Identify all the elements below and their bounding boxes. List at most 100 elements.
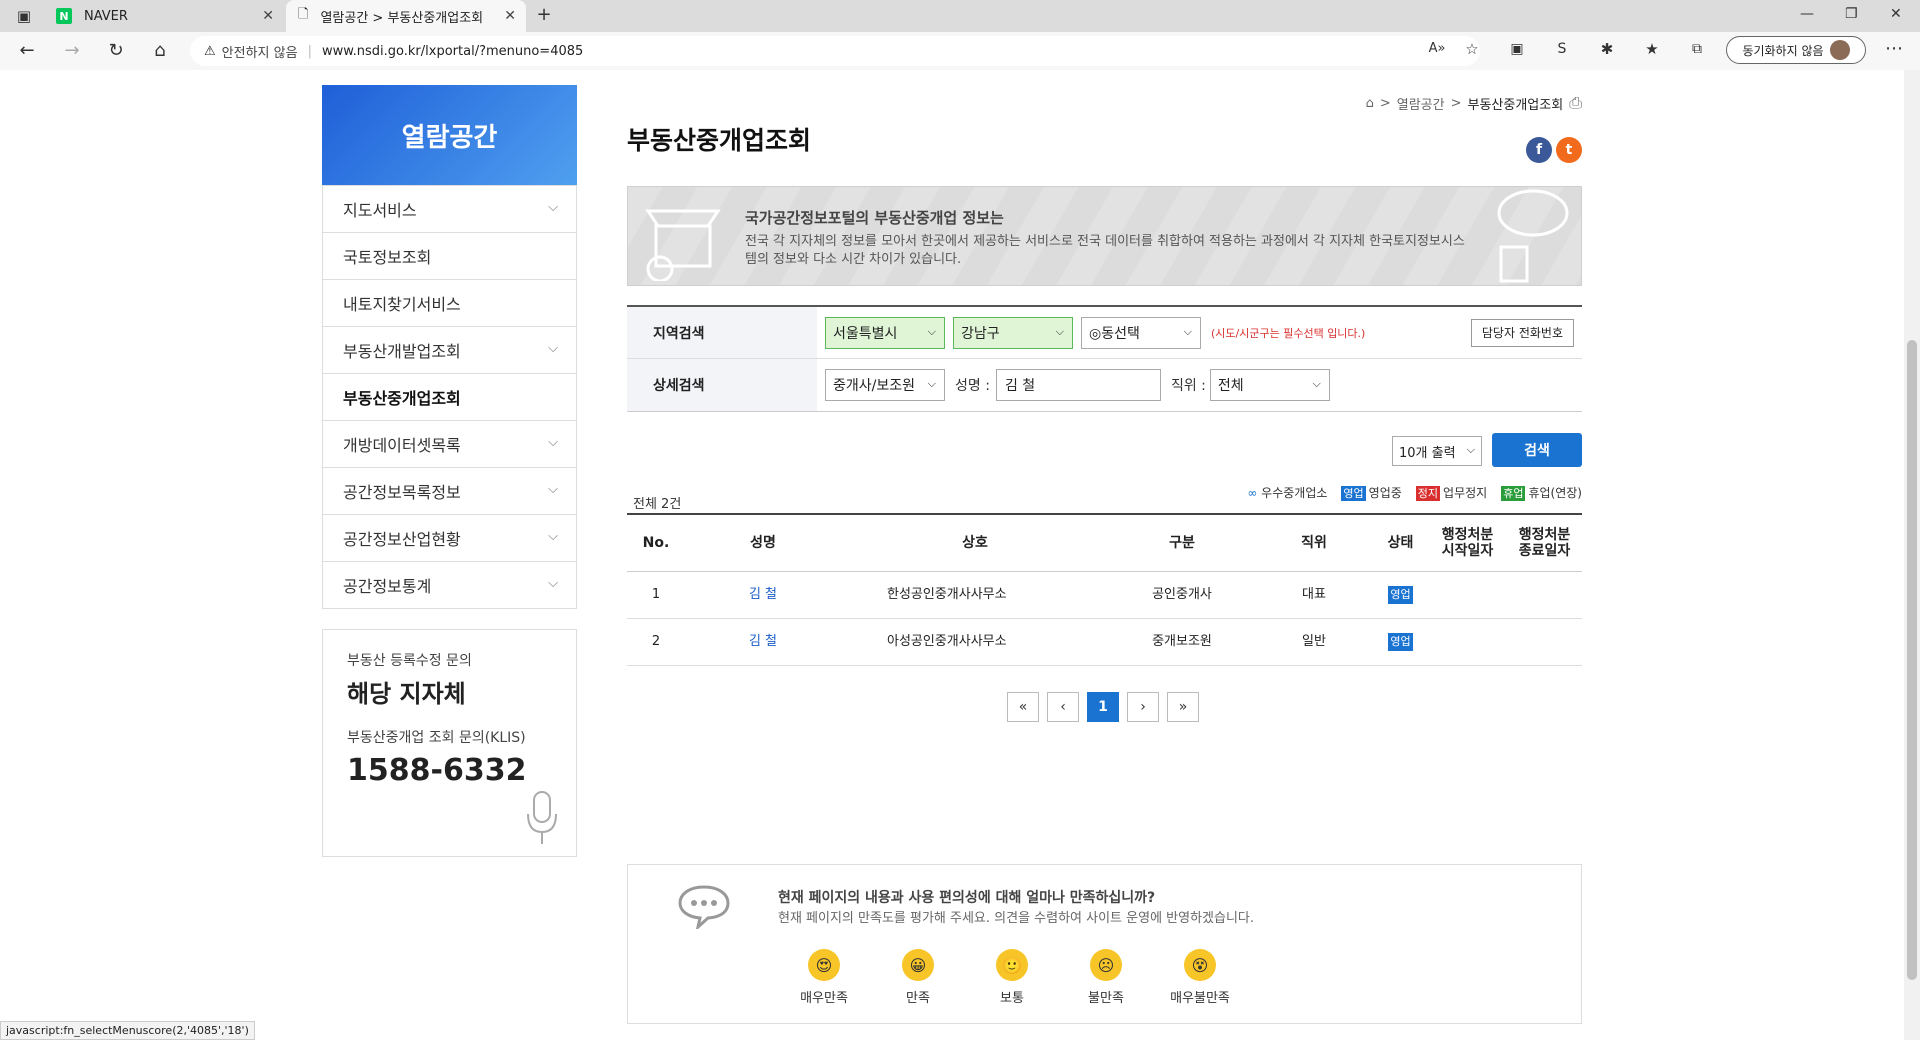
heart-eyes-face-icon: 😍 — [808, 949, 840, 981]
puzzle-icon[interactable]: ✱ — [1595, 38, 1619, 60]
option-label: 보통 — [1000, 991, 1024, 1006]
back-icon[interactable]: ← — [15, 40, 39, 62]
chevron-down-icon: ⌵ — [548, 529, 558, 544]
name-input[interactable]: 김 철 — [995, 369, 1161, 401]
sidebar-item-land-info[interactable]: 국토정보조회 — [323, 232, 576, 279]
table-row: 1 김 철 한성공인중개사사무소 공인중개사 대표 영업 — [627, 572, 1582, 619]
grin-face-icon: 😀 — [902, 949, 934, 981]
url-bar[interactable]: ⚠ 안전하지 않음 | www.nsdi.go.kr/lxportal/?men… — [190, 36, 1480, 66]
contact-line2: 해당 지자체 — [347, 680, 466, 708]
refresh-icon[interactable]: ↻ — [104, 40, 128, 62]
forward-icon[interactable]: → — [60, 40, 84, 62]
sidebar-item-development[interactable]: 부동산개발업조회 ⌵ — [323, 326, 576, 373]
option-satisfied[interactable]: 😀 만족 — [878, 949, 958, 1006]
sidebar-item-map-service[interactable]: 지도서비스 ⌵ — [323, 185, 576, 232]
tab-actions-icon[interactable]: ▣ — [12, 5, 36, 27]
speech-bubble-icon — [678, 885, 730, 929]
tab-current[interactable]: 🗋 열람공간 > 부동산중개업조회 ✕ — [286, 0, 526, 32]
contact-line3: 부동산중개업 조회 문의(KLIS) — [347, 730, 526, 746]
type-select[interactable]: 중개사/보조원 ⌵ — [825, 369, 945, 401]
sigungu-value: 강남구 — [961, 325, 1000, 342]
status-badge: 영업 — [1388, 586, 1413, 604]
home-icon[interactable]: ⌂ — [148, 40, 172, 62]
cell-status: 영업 — [1373, 586, 1428, 604]
restore-icon[interactable]: ❐ — [1845, 6, 1858, 22]
close-icon[interactable]: ✕ — [262, 8, 274, 24]
legend-excellent: ∞ 우수중개업소 — [1247, 484, 1327, 501]
satisfaction-survey: 현재 페이지의 내용과 사용 편의성에 대해 얼마나 만족하십니까? 현재 페이… — [627, 864, 1582, 1024]
favorite-add-icon[interactable]: ☆ — [1460, 38, 1484, 60]
scrollbar-thumb[interactable] — [1907, 340, 1917, 980]
sync-button[interactable]: 동기화하지 않음 — [1726, 36, 1866, 64]
store-icon — [645, 209, 721, 281]
cell-name-link[interactable]: 김 철 — [685, 634, 841, 650]
more-icon[interactable]: ⋯ — [1882, 38, 1906, 60]
last-page-button[interactable]: » — [1167, 692, 1199, 722]
col-start-date: 행정처분 시작일자 — [1441, 527, 1494, 559]
tab-naver-title: NAVER — [84, 8, 128, 24]
option-very-dissatisfied[interactable]: 😵 매우불만족 — [1160, 949, 1240, 1006]
phone-button[interactable]: 담당자 전화번호 — [1470, 318, 1574, 347]
prev-page-button[interactable]: ‹ — [1047, 692, 1079, 722]
favorites-icon[interactable]: ★ — [1640, 38, 1664, 60]
option-neutral[interactable]: 🙂 보통 — [972, 949, 1052, 1006]
breadcrumb-current: 부동산중개업조회 — [1467, 97, 1564, 113]
sidebar-item-statistics[interactable]: 공간정보통계 ⌵ — [323, 561, 576, 608]
search-form: 지역검색 서울특별시 ⌵ 강남구 ⌵ ◎동선택 ⌵ (시도/시군구는 필수선택 입니다… — [627, 305, 1582, 412]
sidebar-item-label: 내토지찾기서비스 — [343, 295, 461, 314]
sidebar-item-catalog[interactable]: 공간정보목록정보 ⌵ — [323, 467, 576, 514]
banner-title: 국가공간정보포털의 부동산중개업 정보는 — [745, 209, 1004, 227]
option-label: 불만족 — [1088, 991, 1124, 1006]
sigungu-select[interactable]: 강남구 ⌵ — [953, 316, 1073, 349]
dong-select[interactable]: ◎동선택 ⌵ — [1081, 316, 1201, 349]
position-select[interactable]: 전체 ⌵ — [1209, 369, 1330, 401]
col-type: 구분 — [1169, 535, 1195, 551]
sidebar-title: 열람공간 — [322, 85, 577, 185]
stop-badge: 정지 — [1415, 486, 1441, 501]
sidebar-item-industry[interactable]: 공간정보산업현황 ⌵ — [323, 514, 576, 561]
page-1-button[interactable]: 1 — [1087, 692, 1119, 722]
facebook-icon[interactable]: f — [1526, 137, 1552, 163]
collections-icon[interactable]: ⧉ — [1685, 38, 1709, 60]
sidebar-item-open-data[interactable]: 개방데이터셋목록 ⌵ — [323, 420, 576, 467]
extension-icon[interactable]: ▣ — [1505, 38, 1529, 60]
home-icon[interactable]: ⌂ — [1366, 96, 1374, 111]
breadcrumb: ⌂ > 열람공간 > 부동산중개업조회 ⎙ — [1366, 93, 1582, 113]
breadcrumb-sep: > — [1379, 95, 1391, 111]
sync-label: 동기화하지 않음 — [1742, 43, 1824, 58]
search-button[interactable]: 검색 — [1492, 433, 1582, 467]
page-scrollbar[interactable] — [1904, 70, 1920, 1040]
new-tab-icon[interactable]: + — [532, 4, 556, 26]
sidebar-item-label: 국토정보조회 — [343, 248, 432, 267]
first-page-button[interactable]: « — [1007, 692, 1039, 722]
cell-name-link[interactable]: 김 철 — [685, 587, 841, 603]
sidebar-menu: 지도서비스 ⌵ 국토정보조회 내토지찾기서비스 부동산개발업조회 ⌵ 부동산중개업조… — [322, 185, 577, 609]
twitter-icon[interactable]: t — [1556, 137, 1582, 163]
s-extension-icon[interactable]: S — [1550, 38, 1574, 60]
cell-position: 대표 — [1302, 587, 1326, 602]
chevron-down-icon: ⌵ — [548, 341, 558, 356]
frown-face-icon: ☹ — [1090, 949, 1122, 981]
close-icon[interactable]: ✕ — [504, 8, 516, 24]
survey-sub: 현재 페이지의 만족도를 평가해 주세요. 의견을 수렴하여 사이트 운영에 반… — [778, 911, 1255, 926]
sidebar-item-label: 부동산중개업조회 — [343, 389, 461, 408]
option-dissatisfied[interactable]: ☹ 불만족 — [1066, 949, 1146, 1006]
page-icon: 🗋 — [298, 7, 309, 22]
print-icon[interactable]: ⎙ — [1569, 93, 1582, 113]
sido-select[interactable]: 서울특별시 ⌵ — [825, 316, 945, 349]
cell-company: 아성공인중개사사무소 — [887, 634, 1007, 649]
read-aloud-icon[interactable]: A» — [1425, 38, 1449, 60]
chevron-down-icon: ⌵ — [1312, 377, 1321, 390]
count-select[interactable]: 10개 출력 ⌵ — [1392, 436, 1482, 466]
info-banner: 국가공간정보포털의 부동산중개업 정보는 전국 각 지자체의 정보를 모아서 한… — [627, 186, 1582, 286]
url-divider: | — [307, 43, 312, 59]
breadcrumb-item[interactable]: 열람공간 — [1397, 94, 1445, 113]
sidebar-item-brokerage[interactable]: 부동산중개업조회 — [323, 373, 576, 420]
option-very-satisfied[interactable]: 😍 매우만족 — [784, 949, 864, 1006]
next-page-button[interactable]: › — [1127, 692, 1159, 722]
status-bar: javascript:fn_selectMenuscore(2,'4085','… — [0, 1021, 255, 1040]
minimize-icon[interactable]: — — [1800, 6, 1814, 22]
sidebar-item-my-land[interactable]: 내토지찾기서비스 — [323, 279, 576, 326]
tab-naver[interactable]: N NAVER ✕ — [44, 0, 284, 32]
close-window-icon[interactable]: ✕ — [1890, 6, 1902, 22]
